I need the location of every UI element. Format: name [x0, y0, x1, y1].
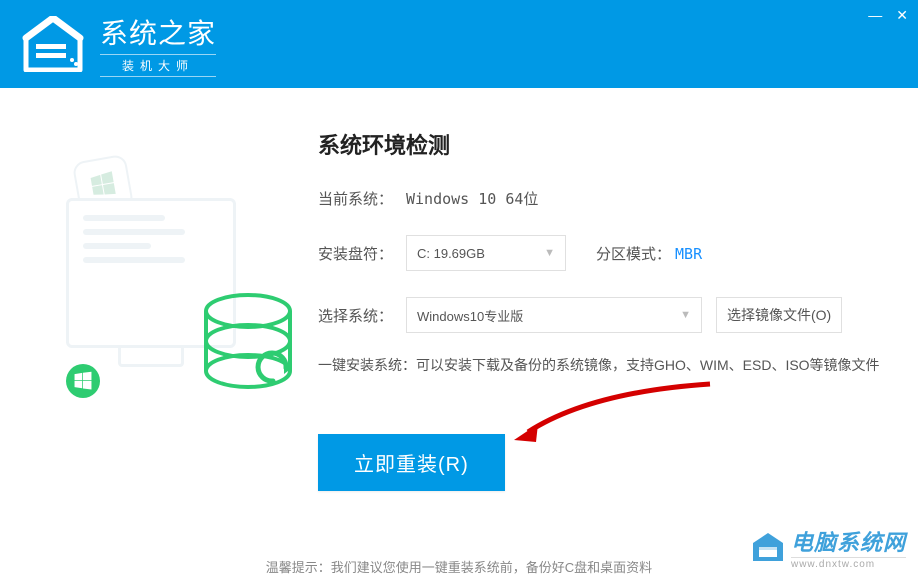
caret-down-icon: ▼ [680, 309, 691, 321]
install-drive-value: C: 19.69GB [417, 246, 485, 261]
windows-icon [88, 170, 118, 200]
install-drive-select[interactable]: C: 19.69GB ▼ [406, 235, 566, 271]
app-logo: 系统之家 装机大师 [18, 12, 216, 77]
partition-mode-value[interactable]: MBR [675, 245, 702, 263]
title-bar: 系统之家 装机大师 — ✕ [0, 0, 918, 88]
illustration [38, 158, 298, 388]
current-os-row: 当前系统： Windows 10 64位 [318, 188, 880, 209]
reinstall-button[interactable]: 立即重装(R) [318, 434, 505, 491]
house-icon [18, 16, 88, 72]
windows-flag-icon [73, 371, 93, 391]
app-subtitle: 装机大师 [100, 54, 216, 77]
watermark-cn: 电脑系统网 [791, 525, 906, 557]
choose-image-button[interactable]: 选择镜像文件(O) [716, 297, 842, 333]
caret-down-icon: ▼ [544, 247, 555, 259]
app-title: 系统之家 [100, 12, 216, 52]
select-system-select[interactable]: Windows10专业版 ▼ [406, 297, 702, 333]
partition-mode-label: 分区模式： [596, 246, 671, 263]
close-button[interactable]: ✕ [896, 8, 908, 22]
select-system-value: Windows10专业版 [417, 306, 523, 325]
select-system-label: 选择系统： [318, 305, 406, 326]
current-os-label: 当前系统： [318, 188, 406, 209]
watermark-en: www.dnxtw.com [791, 557, 906, 570]
current-os-value: Windows 10 64位 [406, 188, 538, 209]
help-text: 一键安装系统：可以安装下载及备份的系统镜像，支持GHO、WIM、ESD、ISO等… [318, 353, 880, 378]
disk-icon [198, 286, 298, 406]
watermark-logo: 电脑系统网 www.dnxtw.com [751, 525, 906, 570]
page-heading: 系统环境检测 [318, 128, 880, 160]
watermark-icon [751, 531, 785, 565]
minimize-button[interactable]: — [868, 8, 882, 22]
install-drive-label: 安装盘符： [318, 243, 406, 264]
